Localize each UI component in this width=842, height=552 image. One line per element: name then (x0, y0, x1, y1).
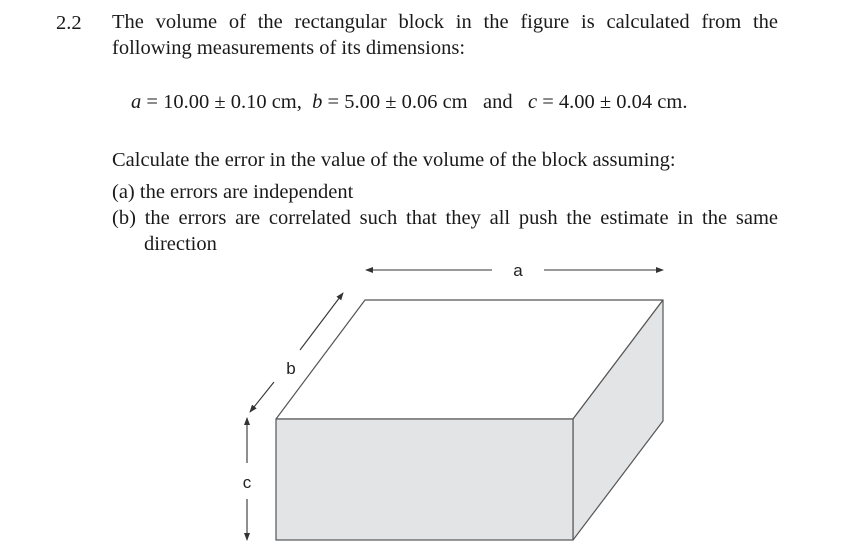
front-face (275, 418, 574, 541)
dimension-b-label: b (286, 359, 295, 378)
dimension-a-label: a (513, 261, 523, 280)
dimension-c-label: c (243, 473, 252, 492)
dimension-b-arrow-down (249, 381, 275, 413)
block-figure: a b c (243, 261, 664, 541)
